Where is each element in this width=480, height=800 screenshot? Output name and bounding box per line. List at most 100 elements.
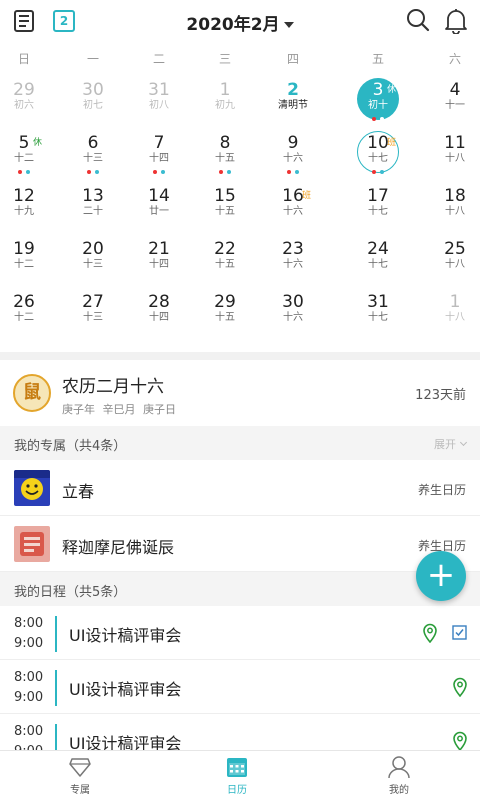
list-item[interactable]: 释迦摩尼佛诞辰 养生日历 [0, 516, 480, 572]
event-title: UI设计稿评审会 [69, 680, 182, 699]
lunar-day: 初七 [83, 100, 103, 111]
weekday-label: 四 [286, 52, 299, 66]
event-start: 8:00 [14, 724, 44, 739]
calendar-day[interactable]: 4 十一 [427, 76, 480, 126]
day-number: 16 [282, 186, 304, 206]
location-pin-icon[interactable] [452, 731, 468, 751]
lunar-day: 初十 [368, 100, 388, 111]
location-pin-icon[interactable] [422, 623, 438, 643]
caret-down-icon[interactable] [283, 22, 294, 28]
day-number: 7 [153, 133, 165, 153]
exclusive-header: 我的专属（共4条） 展开 [0, 426, 480, 460]
calendar-day[interactable]: 16 十六 班 [265, 182, 321, 232]
lunar-day: 十五 [215, 206, 235, 217]
holiday-tag: 休 [386, 85, 396, 95]
calendar-day[interactable]: 5 十二 休 [0, 129, 52, 179]
weekday-row: 日 一 二 三 四 五 六 [0, 50, 480, 70]
calendar-day[interactable]: 1 初九 [197, 76, 253, 126]
lunar-day: 十五 [215, 259, 235, 270]
tab-profile[interactable]: 我的 [359, 755, 439, 796]
event-end: 9:00 [14, 690, 44, 705]
calendar-day[interactable]: 24 十七 [350, 235, 406, 285]
lunar-day: 清明节 [278, 100, 308, 111]
calendar-day[interactable]: 15 十五 [197, 182, 253, 232]
event-dots [350, 117, 406, 122]
calendar-day[interactable]: 12 十九 [0, 182, 52, 232]
weekday-label: 日 [17, 52, 30, 66]
add-event-button[interactable]: + [416, 551, 466, 601]
calendar-day[interactable]: 18 十八 [427, 182, 480, 232]
calendar-day[interactable]: 21 十四 [131, 235, 187, 285]
calendar-day[interactable]: 30 初七 [65, 76, 121, 126]
tab-calendar[interactable]: 日历 [197, 755, 277, 796]
lunar-day: 十三 [83, 259, 103, 270]
weekday-label: 三 [218, 52, 231, 66]
search-icon[interactable] [406, 8, 430, 32]
day-number: 8 [219, 133, 231, 153]
calendar-day[interactable]: 31 十七 [350, 288, 406, 338]
calendar-day[interactable]: 9 十六 [265, 129, 321, 179]
event-accent-bar [55, 670, 57, 706]
day-number: 24 [367, 239, 389, 259]
calendar-day[interactable]: 27 十三 [65, 288, 121, 338]
calendar-day[interactable]: 28 十四 [131, 288, 187, 338]
calendar-grid: 29 初六 30 初七 31 初八 1 初九 2 清明节 3 初十休 4 十一 5 十二休 6 十三 7 十四 8 十五 9… [0, 76, 480, 346]
expand-button[interactable]: 展开 [434, 436, 468, 452]
calendar-day[interactable]: 14 廿一 [131, 182, 187, 232]
calendar-day[interactable]: 2 清明节 [265, 76, 321, 126]
lunar-day: 十七 [368, 206, 388, 217]
calendar-day[interactable]: 29 初六 [0, 76, 52, 126]
lunar-day: 廿一 [149, 206, 169, 217]
day-number: 19 [13, 239, 35, 259]
lunar-day: 初八 [149, 100, 169, 111]
diamond-icon [69, 758, 91, 777]
event-dots [197, 170, 253, 175]
lunar-info[interactable]: 鼠 农历二月十六 庚子年 辛巳月 庚子日 123天前 [0, 360, 480, 426]
calendar-day[interactable]: 1 十八 [427, 288, 480, 338]
lunar-day: 十四 [149, 153, 169, 164]
calendar-day[interactable]: 11 十八 [427, 129, 480, 179]
event-dots [265, 170, 321, 175]
day-number: 29 [214, 292, 236, 312]
day-number: 22 [214, 239, 236, 259]
calendar-day[interactable]: 23 十六 [265, 235, 321, 285]
item-name: 立春 [62, 482, 95, 501]
calendar-day[interactable]: 10 十七班 [350, 129, 406, 179]
day-number: 12 [13, 186, 35, 206]
day-number: 3 [372, 80, 384, 100]
calendar-day[interactable]: 29 十五 [197, 288, 253, 338]
calendar-day[interactable]: 20 十三 [65, 235, 121, 285]
calendar-day[interactable]: 31 初八 [131, 76, 187, 126]
event-row[interactable]: 8:00 9:00 UI设计稿评审会 [0, 660, 480, 714]
pink-thumbnail [14, 526, 50, 562]
calendar-day[interactable]: 26 十二 [0, 288, 52, 338]
lunar-day: 十五 [215, 153, 235, 164]
bell-icon[interactable] [444, 8, 468, 34]
weekday-label: 六 [448, 52, 461, 66]
day-number: 28 [148, 292, 170, 312]
calendar-day[interactable]: 19 十二 [0, 235, 52, 285]
calendar-day[interactable]: 8 十五 [197, 129, 253, 179]
calendar-day[interactable]: 25 十八 [427, 235, 480, 285]
calendar-day[interactable]: 30 十六 [265, 288, 321, 338]
lunar-date-title: 农历二月十六 [62, 377, 164, 397]
day-number: 15 [214, 186, 236, 206]
list-item[interactable]: 立春 养生日历 [0, 460, 480, 516]
tab-exclusive[interactable]: 专属 [40, 755, 120, 796]
day-number: 1 [219, 80, 231, 100]
event-row[interactable]: 8:00 9:00 UI设计稿评审会 [0, 606, 480, 660]
calendar-day[interactable]: 13 二十 [65, 182, 121, 232]
edit-check-icon[interactable] [452, 625, 467, 640]
calendar-day[interactable]: 17 十七 [350, 182, 406, 232]
calendar-day[interactable]: 7 十四 [131, 129, 187, 179]
calendar-day[interactable]: 22 十五 [197, 235, 253, 285]
month-title[interactable]: 2020年2月 [186, 15, 279, 35]
event-dot [153, 170, 157, 174]
user-icon [388, 756, 410, 779]
location-pin-icon[interactable] [452, 677, 468, 697]
calendar-day[interactable]: 6 十三 [65, 129, 121, 179]
event-dot [87, 170, 91, 174]
calendar-day[interactable]: 3 初十 休 [350, 76, 406, 126]
event-dots [350, 170, 406, 175]
day-number: 4 [449, 80, 461, 100]
